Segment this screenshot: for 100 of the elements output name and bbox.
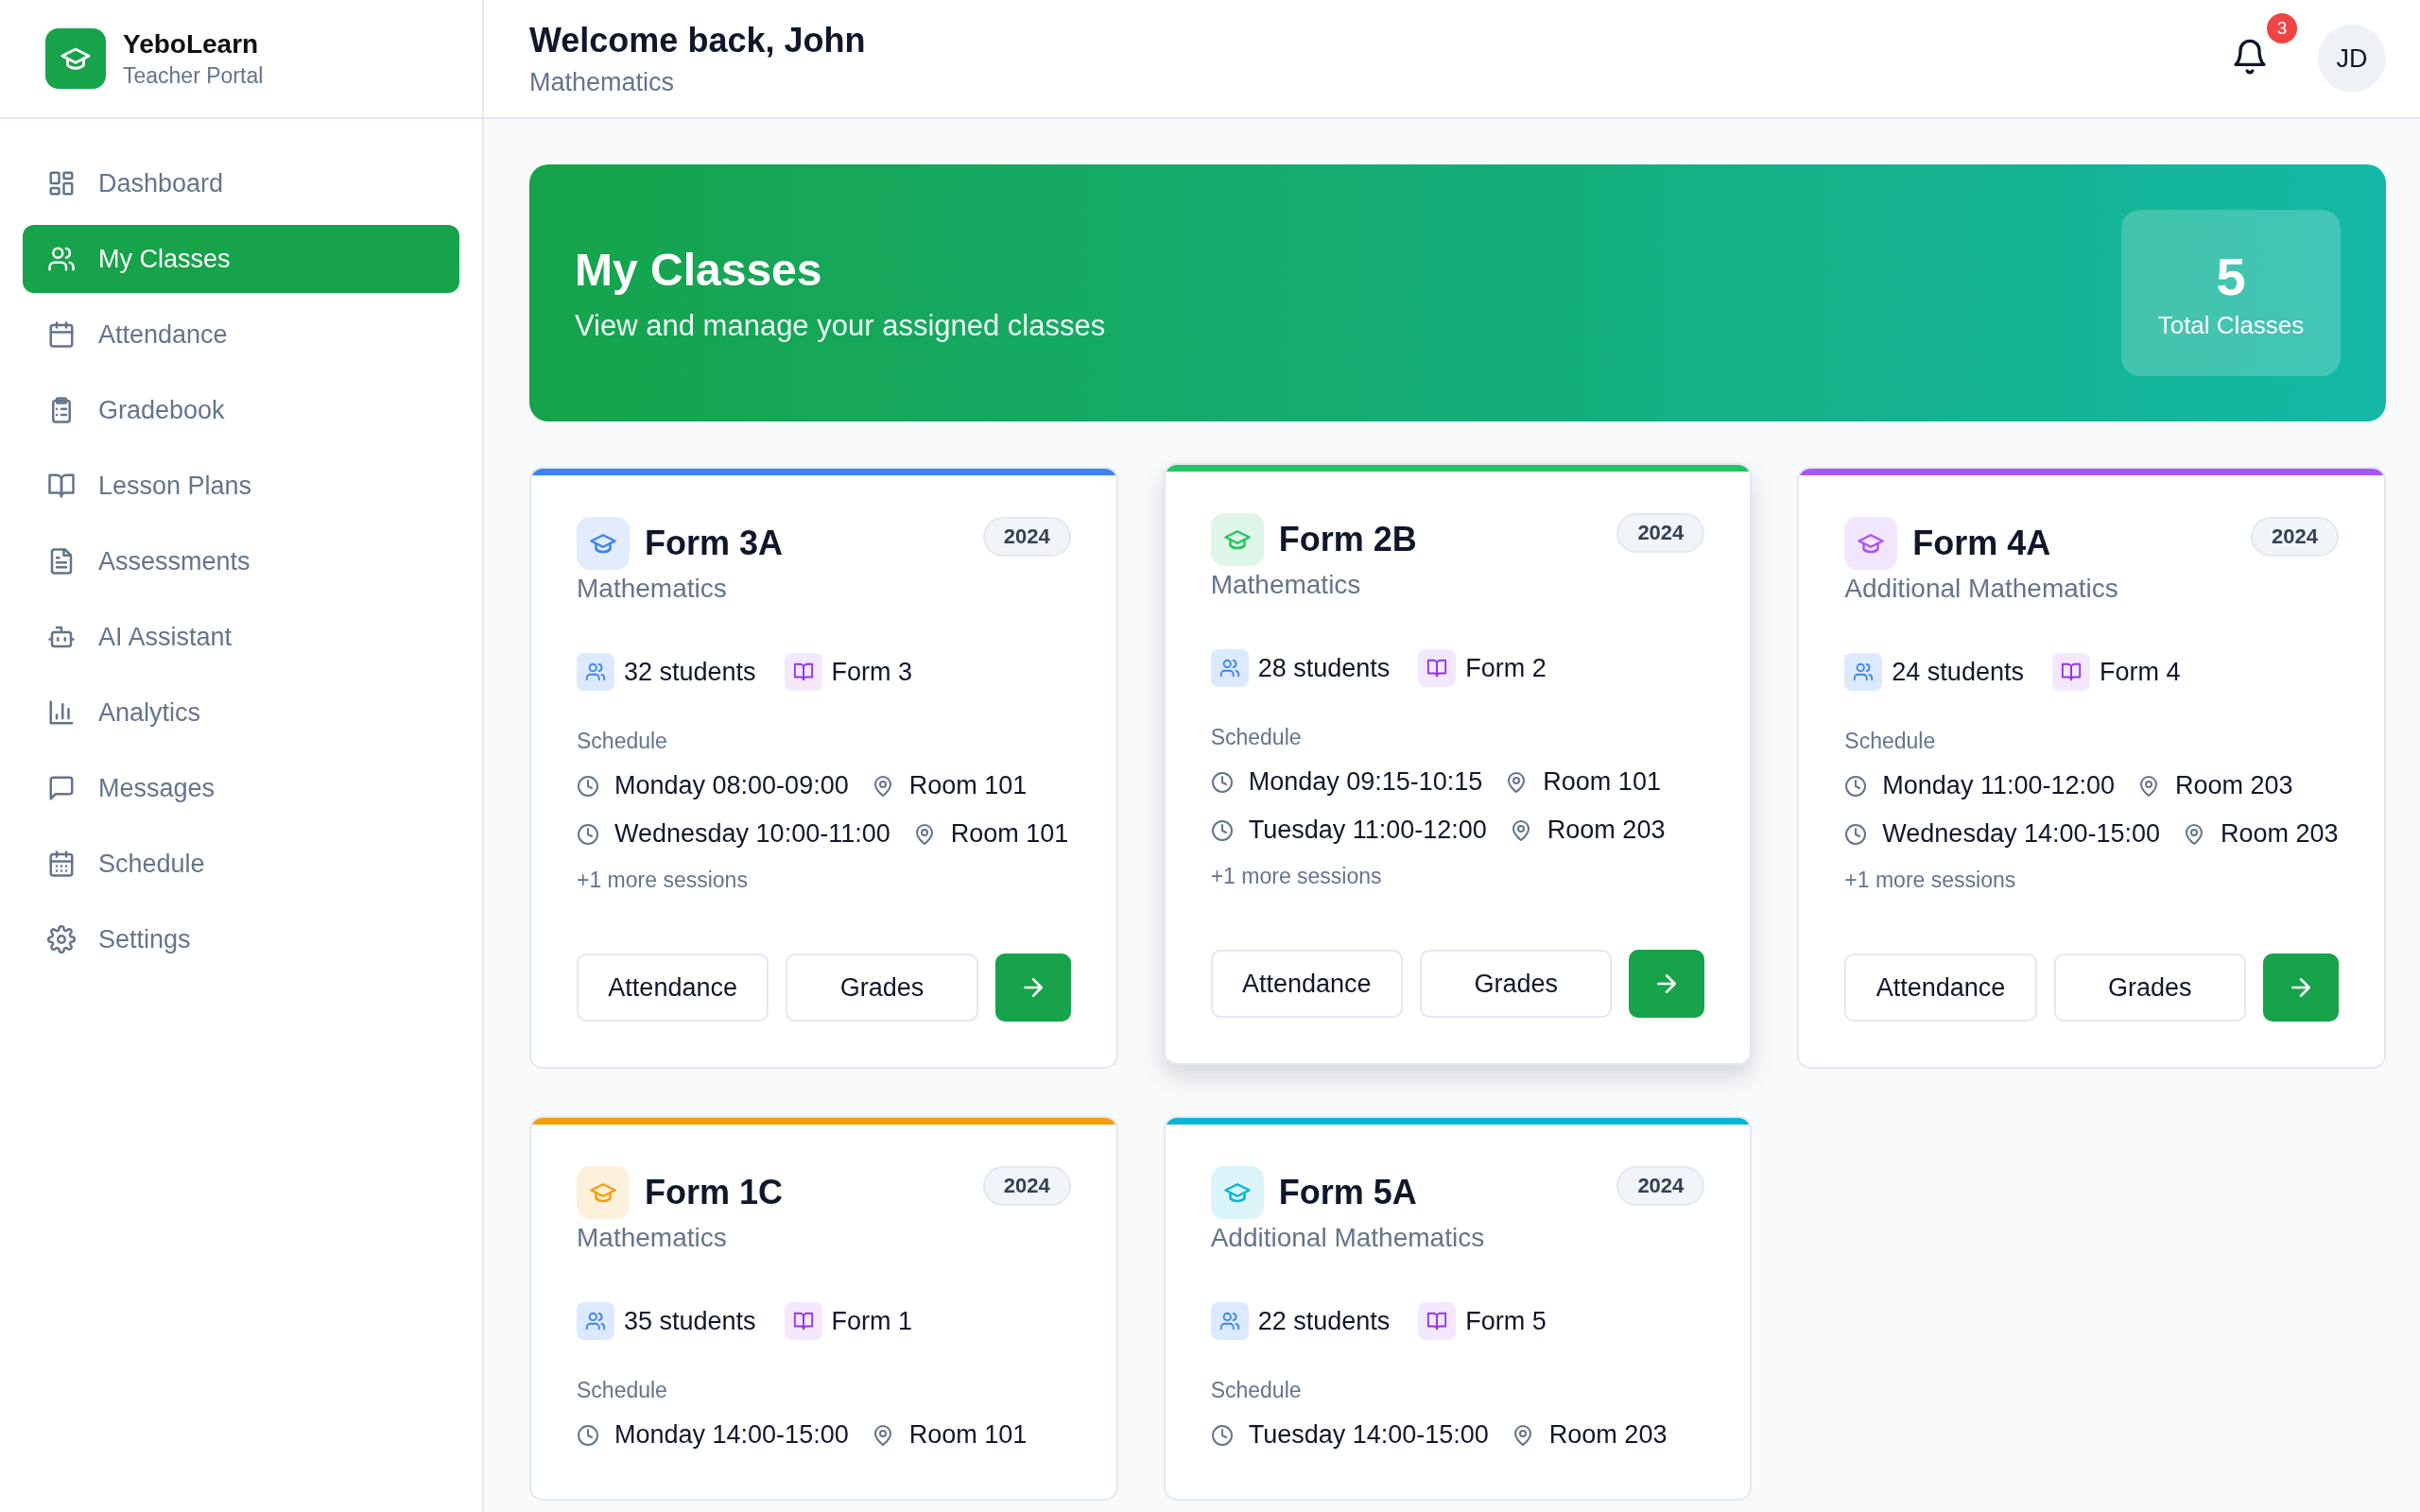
graduation-cap-icon bbox=[577, 517, 630, 570]
location-pin-icon bbox=[2137, 774, 2160, 798]
class-card[interactable]: Form 2B Mathematics 2024 28 students Form 2 Schedule Monday 09:15-10:15 Room 101 Tuesday 11:00-12:00 Room 203 +1 more sessions Attendance Grades bbox=[1163, 463, 1753, 1066]
graduation-cap-icon bbox=[1210, 1166, 1264, 1220]
bell-icon bbox=[2231, 38, 2269, 76]
class-card[interactable]: Form 3A Mathematics 2024 32 students Form 3 Schedule Monday 08:00-09:00 Room 101 Wednesday 10:00-11:00 Room 101 +1 more sessions Attendance Grades bbox=[529, 467, 1118, 1070]
book-icon bbox=[1418, 649, 1457, 687]
session-room: Room 101 bbox=[950, 818, 1069, 850]
form-level: Form 1 bbox=[831, 1306, 913, 1336]
sidebar-item[interactable]: Messages bbox=[23, 754, 459, 822]
form-level: Form 5 bbox=[1465, 1306, 1547, 1336]
session-room: Room 101 bbox=[908, 1419, 1028, 1452]
schedule-label: Schedule bbox=[577, 729, 668, 754]
sidebar-item[interactable]: Analytics bbox=[23, 679, 459, 747]
book-icon bbox=[2051, 653, 2090, 691]
year-badge: 2024 bbox=[982, 1166, 1071, 1207]
class-name: Form 2B bbox=[1278, 520, 1417, 559]
users-icon bbox=[1210, 1302, 1249, 1341]
session-time: Wednesday 14:00-15:00 bbox=[1882, 818, 2161, 850]
hero-subtitle: View and manage your assigned classes bbox=[575, 308, 1106, 343]
brand-subtitle: Teacher Portal bbox=[123, 62, 264, 89]
open-class-button[interactable] bbox=[994, 954, 1071, 1022]
stat-value: 5 bbox=[2216, 246, 2246, 307]
clock-icon bbox=[577, 1423, 599, 1447]
session-room: Room 101 bbox=[1543, 766, 1661, 798]
student-count: 32 students bbox=[624, 657, 756, 687]
open-class-button[interactable] bbox=[2263, 954, 2339, 1022]
year-badge: 2024 bbox=[1616, 1166, 1705, 1207]
card-button[interactable]: Grades bbox=[786, 954, 978, 1022]
session-time: Wednesday 10:00-11:00 bbox=[614, 818, 890, 850]
sidebar-item[interactable]: Attendance bbox=[23, 301, 459, 369]
calendar-icon bbox=[47, 320, 76, 349]
class-name: Form 4A bbox=[1912, 524, 2051, 563]
class-name: Form 5A bbox=[1278, 1173, 1417, 1213]
session-time: Monday 11:00-12:00 bbox=[1882, 770, 2115, 801]
card-button[interactable]: Grades bbox=[1420, 950, 1613, 1019]
more-sessions: +1 more sessions bbox=[577, 868, 749, 894]
form-level: Form 3 bbox=[831, 657, 913, 687]
student-count: 22 students bbox=[1257, 1306, 1391, 1336]
session-time: Tuesday 14:00-15:00 bbox=[1248, 1419, 1489, 1452]
notification-button[interactable] bbox=[2231, 38, 2269, 76]
sidebar-item[interactable]: Dashboard bbox=[23, 149, 459, 217]
users-icon bbox=[1844, 653, 1883, 691]
student-count: 35 students bbox=[624, 1306, 756, 1336]
session-room: Room 203 bbox=[2221, 818, 2339, 850]
schedule-label: Schedule bbox=[1844, 729, 1937, 754]
bar-chart-icon bbox=[47, 698, 76, 727]
year-badge: 2024 bbox=[1616, 513, 1705, 553]
graduation-cap-icon bbox=[1210, 513, 1264, 566]
card-button[interactable]: Grades bbox=[2053, 954, 2246, 1022]
class-card[interactable]: Form 4A Additional Mathematics 2024 24 students Form 4 Schedule Monday 11:00-12:00 Room 203 Wednesday 14:00-15:00 Room 203 +1 more sessions Attendance Grades bbox=[1797, 467, 2386, 1070]
schedule-label: Schedule bbox=[577, 1378, 668, 1404]
sidebar-item[interactable]: AI Assistant bbox=[23, 603, 459, 671]
book-icon bbox=[784, 653, 822, 691]
sidebar-item[interactable]: Settings bbox=[23, 905, 459, 973]
page-subtitle: Mathematics bbox=[529, 67, 676, 97]
card-button[interactable]: Attendance bbox=[1210, 950, 1403, 1019]
more-sessions: +1 more sessions bbox=[1210, 864, 1383, 890]
clock-icon bbox=[1844, 774, 1868, 798]
stat-label: Total Classes bbox=[2157, 311, 2305, 340]
more-sessions: +1 more sessions bbox=[1844, 868, 2017, 894]
notification-count: 3 bbox=[2267, 13, 2297, 43]
session-time: Monday 08:00-09:00 bbox=[614, 770, 849, 801]
clock-icon bbox=[1210, 1423, 1234, 1447]
class-name: Form 1C bbox=[645, 1173, 784, 1213]
subject: Mathematics bbox=[1210, 570, 1362, 600]
sidebar-item[interactable]: Schedule bbox=[23, 830, 459, 898]
subject: Additional Mathematics bbox=[1844, 574, 2118, 604]
book-icon bbox=[47, 472, 76, 500]
graduation-cap-icon bbox=[577, 1166, 630, 1220]
sidebar-item[interactable]: Assessments bbox=[23, 527, 459, 595]
class-card[interactable]: Form 1C Mathematics 2024 35 students Form 1 Schedule Monday 14:00-15:00 Room 101 bbox=[529, 1116, 1118, 1502]
student-count: 28 students bbox=[1257, 653, 1391, 683]
sidebar-item[interactable]: Gradebook bbox=[23, 376, 459, 444]
open-class-button[interactable] bbox=[1629, 950, 1705, 1019]
page-title: Welcome back, John bbox=[529, 20, 866, 60]
book-icon bbox=[784, 1302, 822, 1341]
dashboard-icon bbox=[47, 169, 76, 198]
subject: Additional Mathematics bbox=[1210, 1223, 1485, 1254]
class-name: Form 3A bbox=[645, 524, 784, 563]
sidebar-item[interactable]: Lesson Plans bbox=[23, 452, 459, 520]
subject: Mathematics bbox=[577, 574, 728, 604]
clock-icon bbox=[577, 822, 599, 846]
student-count: 24 students bbox=[1892, 657, 2024, 687]
session-room: Room 203 bbox=[1547, 815, 1666, 847]
card-button[interactable]: Attendance bbox=[1844, 954, 2037, 1022]
user-avatar[interactable]: JD bbox=[2318, 25, 2386, 93]
form-level: Form 4 bbox=[2099, 657, 2181, 687]
schedule-label: Schedule bbox=[1210, 1378, 1303, 1404]
book-icon bbox=[1418, 1302, 1457, 1341]
settings-icon bbox=[47, 925, 76, 954]
session-time: Tuesday 11:00-12:00 bbox=[1248, 815, 1487, 847]
clock-icon bbox=[1844, 822, 1868, 846]
graduation-cap-logo-icon bbox=[45, 28, 106, 89]
brand-name: YeboLearn bbox=[123, 28, 260, 60]
session-room: Room 203 bbox=[1548, 1419, 1668, 1452]
users-icon bbox=[1210, 649, 1249, 687]
class-card[interactable]: Form 5A Additional Mathematics 2024 22 students Form 5 Schedule Tuesday 14:00-15:00 Room 203 bbox=[1163, 1116, 1753, 1502]
card-button[interactable]: Attendance bbox=[577, 954, 769, 1022]
hero-title: My Classes bbox=[575, 243, 823, 296]
